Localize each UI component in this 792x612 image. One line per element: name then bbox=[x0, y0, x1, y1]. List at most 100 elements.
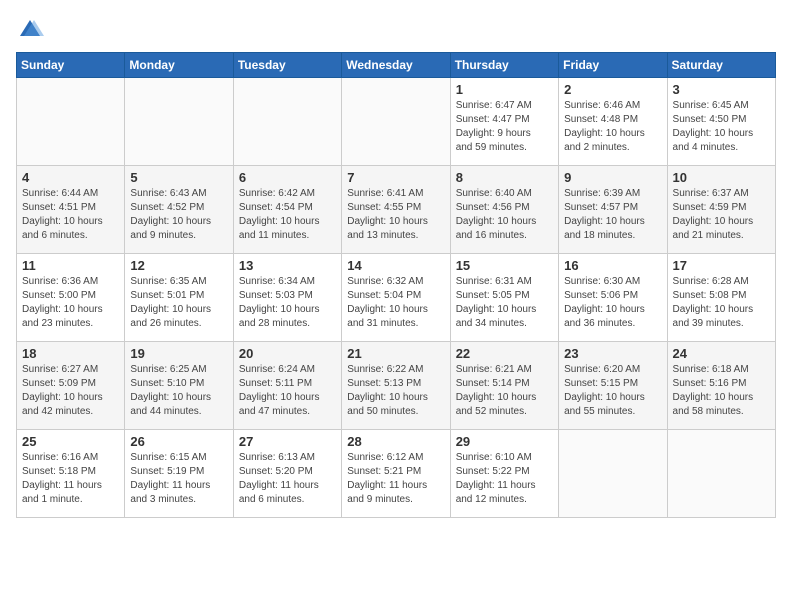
day-number: 24 bbox=[673, 346, 770, 361]
day-number: 20 bbox=[239, 346, 336, 361]
day-info: Sunrise: 6:16 AM Sunset: 5:18 PM Dayligh… bbox=[22, 451, 119, 507]
day-number: 29 bbox=[456, 434, 553, 449]
calendar-week-1: 1 Sunrise: 6:47 AM Sunset: 4:47 PM Daylig… bbox=[17, 78, 776, 166]
day-number: 1 bbox=[456, 82, 553, 97]
day-info: Sunrise: 6:37 AM Sunset: 4:59 PM Dayligh… bbox=[673, 187, 770, 243]
calendar-week-5: 25 Sunrise: 6:16 AM Sunset: 5:18 PM Dayli… bbox=[17, 430, 776, 518]
calendar-cell: 19Sunrise: 6:25 AM Sunset: 5:10 PM Dayli… bbox=[125, 342, 233, 430]
day-number: 21 bbox=[347, 346, 444, 361]
day-number: 2 bbox=[564, 82, 661, 97]
calendar-cell: 8Sunrise: 6:40 AM Sunset: 4:56 PM Daylig… bbox=[450, 166, 558, 254]
calendar-cell: 6 Sunrise: 6:42 AM Sunset: 4:54 PM Daylig… bbox=[233, 166, 341, 254]
calendar-cell: 3Sunrise: 6:45 AM Sunset: 4:50 PM Daylig… bbox=[667, 78, 775, 166]
header-friday: Friday bbox=[559, 53, 667, 78]
day-info: Sunrise: 6:28 AM Sunset: 5:08 PM Dayligh… bbox=[673, 275, 770, 331]
calendar-cell bbox=[342, 78, 450, 166]
calendar-header-row: SundayMondayTuesdayWednesdayThursdayFrid… bbox=[17, 53, 776, 78]
calendar-cell: 26 Sunrise: 6:15 AM Sunset: 5:19 PM Dayli… bbox=[125, 430, 233, 518]
day-info: Sunrise: 6:21 AM Sunset: 5:14 PM Dayligh… bbox=[456, 363, 553, 419]
day-number: 22 bbox=[456, 346, 553, 361]
day-info: Sunrise: 6:12 AM Sunset: 5:21 PM Dayligh… bbox=[347, 451, 444, 507]
calendar-cell: 2 Sunrise: 6:46 AM Sunset: 4:48 PM Daylig… bbox=[559, 78, 667, 166]
calendar-cell: 1 Sunrise: 6:47 AM Sunset: 4:47 PM Daylig… bbox=[450, 78, 558, 166]
calendar-cell: 11 Sunrise: 6:36 AM Sunset: 5:00 PM Dayli… bbox=[17, 254, 125, 342]
day-info: Sunrise: 6:35 AM Sunset: 5:01 PM Dayligh… bbox=[130, 275, 227, 331]
day-info: Sunrise: 6:39 AM Sunset: 4:57 PM Dayligh… bbox=[564, 187, 661, 243]
calendar-cell: 18 Sunrise: 6:27 AM Sunset: 5:09 PM Dayli… bbox=[17, 342, 125, 430]
calendar-cell: 28 Sunrise: 6:12 AM Sunset: 5:21 PM Dayli… bbox=[342, 430, 450, 518]
day-number: 7 bbox=[347, 170, 444, 185]
day-info: Sunrise: 6:18 AM Sunset: 5:16 PM Dayligh… bbox=[673, 363, 770, 419]
page-header bbox=[16, 16, 776, 44]
calendar-cell: 27 Sunrise: 6:13 AM Sunset: 5:20 PM Dayli… bbox=[233, 430, 341, 518]
day-number: 16 bbox=[564, 258, 661, 273]
day-number: 27 bbox=[239, 434, 336, 449]
day-number: 8 bbox=[456, 170, 553, 185]
day-info: Sunrise: 6:13 AM Sunset: 5:20 PM Dayligh… bbox=[239, 451, 336, 507]
calendar-cell: 25 Sunrise: 6:16 AM Sunset: 5:18 PM Dayli… bbox=[17, 430, 125, 518]
day-info: Sunrise: 6:32 AM Sunset: 5:04 PM Dayligh… bbox=[347, 275, 444, 331]
calendar-cell: 12 Sunrise: 6:35 AM Sunset: 5:01 PM Dayli… bbox=[125, 254, 233, 342]
day-info: Sunrise: 6:22 AM Sunset: 5:13 PM Dayligh… bbox=[347, 363, 444, 419]
day-info: Sunrise: 6:36 AM Sunset: 5:00 PM Dayligh… bbox=[22, 275, 119, 331]
day-number: 23 bbox=[564, 346, 661, 361]
day-info: Sunrise: 6:42 AM Sunset: 4:54 PM Dayligh… bbox=[239, 187, 336, 243]
calendar-cell: 9 Sunrise: 6:39 AM Sunset: 4:57 PM Daylig… bbox=[559, 166, 667, 254]
calendar-cell: 20 Sunrise: 6:24 AM Sunset: 5:11 PM Dayli… bbox=[233, 342, 341, 430]
day-number: 28 bbox=[347, 434, 444, 449]
calendar-table: SundayMondayTuesdayWednesdayThursdayFrid… bbox=[16, 52, 776, 518]
day-info: Sunrise: 6:47 AM Sunset: 4:47 PM Dayligh… bbox=[456, 99, 553, 155]
header-sunday: Sunday bbox=[17, 53, 125, 78]
calendar-cell: 13 Sunrise: 6:34 AM Sunset: 5:03 PM Dayli… bbox=[233, 254, 341, 342]
header-tuesday: Tuesday bbox=[233, 53, 341, 78]
day-info: Sunrise: 6:27 AM Sunset: 5:09 PM Dayligh… bbox=[22, 363, 119, 419]
day-number: 11 bbox=[22, 258, 119, 273]
day-number: 14 bbox=[347, 258, 444, 273]
day-number: 6 bbox=[239, 170, 336, 185]
calendar-cell: 22 Sunrise: 6:21 AM Sunset: 5:14 PM Dayli… bbox=[450, 342, 558, 430]
day-number: 26 bbox=[130, 434, 227, 449]
calendar-cell: 4 Sunrise: 6:44 AM Sunset: 4:51 PM Daylig… bbox=[17, 166, 125, 254]
day-number: 4 bbox=[22, 170, 119, 185]
calendar-week-4: 18 Sunrise: 6:27 AM Sunset: 5:09 PM Dayli… bbox=[17, 342, 776, 430]
calendar-cell bbox=[17, 78, 125, 166]
calendar-cell: 16 Sunrise: 6:30 AM Sunset: 5:06 PM Dayli… bbox=[559, 254, 667, 342]
day-number: 3 bbox=[673, 82, 770, 97]
day-info: Sunrise: 6:44 AM Sunset: 4:51 PM Dayligh… bbox=[22, 187, 119, 243]
calendar-cell bbox=[233, 78, 341, 166]
day-number: 25 bbox=[22, 434, 119, 449]
day-number: 18 bbox=[22, 346, 119, 361]
day-info: Sunrise: 6:30 AM Sunset: 5:06 PM Dayligh… bbox=[564, 275, 661, 331]
calendar-cell: 24 Sunrise: 6:18 AM Sunset: 5:16 PM Dayli… bbox=[667, 342, 775, 430]
day-number: 10 bbox=[673, 170, 770, 185]
calendar-cell: 21 Sunrise: 6:22 AM Sunset: 5:13 PM Dayli… bbox=[342, 342, 450, 430]
calendar-cell: 29 Sunrise: 6:10 AM Sunset: 5:22 PM Dayli… bbox=[450, 430, 558, 518]
day-number: 12 bbox=[130, 258, 227, 273]
calendar-cell: 17Sunrise: 6:28 AM Sunset: 5:08 PM Dayli… bbox=[667, 254, 775, 342]
day-number: 13 bbox=[239, 258, 336, 273]
header-wednesday: Wednesday bbox=[342, 53, 450, 78]
day-info: Sunrise: 6:24 AM Sunset: 5:11 PM Dayligh… bbox=[239, 363, 336, 419]
calendar-cell bbox=[559, 430, 667, 518]
calendar-cell: 10 Sunrise: 6:37 AM Sunset: 4:59 PM Dayli… bbox=[667, 166, 775, 254]
header-monday: Monday bbox=[125, 53, 233, 78]
header-saturday: Saturday bbox=[667, 53, 775, 78]
day-info: Sunrise: 6:20 AM Sunset: 5:15 PM Dayligh… bbox=[564, 363, 661, 419]
day-info: Sunrise: 6:34 AM Sunset: 5:03 PM Dayligh… bbox=[239, 275, 336, 331]
day-number: 9 bbox=[564, 170, 661, 185]
logo bbox=[16, 16, 48, 44]
calendar-week-2: 4 Sunrise: 6:44 AM Sunset: 4:51 PM Daylig… bbox=[17, 166, 776, 254]
calendar-cell: 14 Sunrise: 6:32 AM Sunset: 5:04 PM Dayli… bbox=[342, 254, 450, 342]
day-info: Sunrise: 6:46 AM Sunset: 4:48 PM Dayligh… bbox=[564, 99, 661, 155]
day-info: Sunrise: 6:43 AM Sunset: 4:52 PM Dayligh… bbox=[130, 187, 227, 243]
day-info: Sunrise: 6:15 AM Sunset: 5:19 PM Dayligh… bbox=[130, 451, 227, 507]
calendar-cell: 7Sunrise: 6:41 AM Sunset: 4:55 PM Daylig… bbox=[342, 166, 450, 254]
day-number: 19 bbox=[130, 346, 227, 361]
day-number: 5 bbox=[130, 170, 227, 185]
calendar-cell bbox=[125, 78, 233, 166]
logo-icon bbox=[16, 16, 44, 44]
calendar-cell: 15Sunrise: 6:31 AM Sunset: 5:05 PM Dayli… bbox=[450, 254, 558, 342]
calendar-week-3: 11 Sunrise: 6:36 AM Sunset: 5:00 PM Dayli… bbox=[17, 254, 776, 342]
calendar-cell bbox=[667, 430, 775, 518]
day-info: Sunrise: 6:10 AM Sunset: 5:22 PM Dayligh… bbox=[456, 451, 553, 507]
